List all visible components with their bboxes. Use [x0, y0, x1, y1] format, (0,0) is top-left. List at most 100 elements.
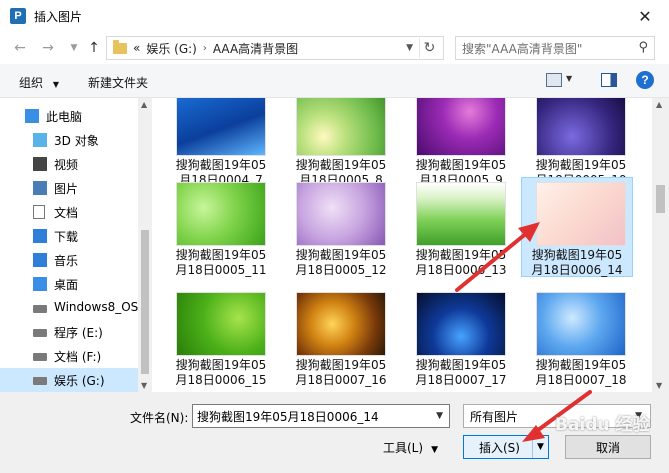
sidebar-item-label: 此电脑	[46, 110, 83, 124]
new-folder-button[interactable]: 新建文件夹	[88, 74, 148, 91]
file-name-line2: 月18日0006_14	[531, 263, 623, 277]
sidebar-item[interactable]: 文档	[0, 200, 138, 224]
navigation-pane-scrollbar[interactable]: ▲ ▼	[138, 98, 152, 392]
file-name: 搜狗截图19年05 月18日0006_15	[166, 358, 276, 388]
chevron-down-icon: ▼	[431, 445, 438, 455]
music-icon	[33, 253, 47, 267]
file-name-line1: 搜狗截图19年05	[175, 358, 267, 372]
file-name-line2: 月18日0007_17	[415, 373, 507, 387]
file-item[interactable]: 搜狗截图19年05 月18日0004_7	[166, 98, 266, 187]
sidebar-item[interactable]: 视频	[0, 152, 138, 176]
scrollbar-thumb[interactable]	[656, 185, 665, 213]
file-name-line1: 搜狗截图19年05	[531, 248, 623, 262]
file-item[interactable]: 搜狗截图19年05 月18日0006_14	[521, 177, 633, 277]
tools-button[interactable]: 工具(L) ▼	[383, 439, 438, 456]
file-name-line1: 搜狗截图19年05	[295, 248, 387, 262]
filename-label: 文件名(N):	[130, 411, 189, 425]
drive-icon	[33, 305, 47, 313]
up-arrow-icon[interactable]: ↑	[84, 38, 104, 58]
insert-options-chevron-icon[interactable]: ▼	[532, 436, 548, 458]
file-name-line1: 搜狗截图19年05	[175, 158, 267, 172]
breadcrumb-drive[interactable]: 娱乐 (G:)	[146, 40, 197, 57]
sidebar-item[interactable]: 图片	[0, 176, 138, 200]
tools-label: 工具(L)	[383, 441, 424, 455]
filename-dropdown-icon[interactable]: ▼	[436, 411, 443, 421]
computer-icon	[25, 109, 39, 123]
sidebar-item-label: 3D 对象	[54, 134, 99, 148]
file-item[interactable]: 搜狗截图19年05 月18日0006_15	[166, 288, 267, 387]
address-bar[interactable]: « 娱乐 (G:) › AAA高清背景图 ▼ ↻	[106, 36, 444, 60]
scroll-up-arrow-icon[interactable]: ▲	[656, 100, 662, 109]
sidebar-item-label: 文档 (F:)	[54, 350, 102, 364]
preview-pane-icon[interactable]	[601, 73, 617, 87]
sidebar-item[interactable]: 文档 (F:)	[0, 344, 138, 368]
address-dropdown-icon[interactable]: ▼	[406, 43, 413, 53]
scroll-down-arrow-icon[interactable]: ▼	[141, 381, 147, 390]
file-name-line2: 月18日0007_16	[295, 373, 387, 387]
file-item[interactable]: 搜狗截图19年05 月18日0005_8	[286, 98, 386, 187]
insert-button[interactable]: 插入(S) ▼	[463, 435, 549, 459]
file-item[interactable]: 搜狗截图19年05 月18日0005_11	[166, 178, 267, 277]
sidebar-item[interactable]: 桌面	[0, 272, 138, 296]
sidebar-item[interactable]: 下载	[0, 224, 138, 248]
sidebar-item[interactable]: 程序 (E:)	[0, 320, 138, 344]
recent-locations-chevron-icon[interactable]: ▼	[64, 38, 84, 58]
file-item[interactable]: 搜狗截图19年05 月18日0007_18	[526, 288, 627, 387]
close-icon[interactable]: ✕	[635, 6, 655, 26]
search-icon[interactable]: ⚲	[638, 40, 648, 55]
sidebar-item-label: 文档	[54, 206, 79, 220]
view-options-chevron-icon[interactable]: ▼	[566, 74, 572, 83]
back-arrow-icon[interactable]: ←	[10, 38, 30, 58]
video-icon	[33, 157, 47, 171]
sidebar-item[interactable]: Windows8_OS	[0, 296, 138, 320]
file-thumbnail	[296, 182, 386, 246]
drive-icon	[33, 377, 47, 385]
breadcrumb-overflow[interactable]: «	[133, 41, 140, 55]
scrollbar-thumb[interactable]	[141, 230, 149, 374]
file-item[interactable]: 搜狗截图19年05 月18日0007_16	[286, 288, 387, 387]
organize-button[interactable]: 组织 ▼	[19, 74, 59, 91]
sidebar-item-label: 图片	[54, 182, 79, 196]
breadcrumb-folder[interactable]: AAA高清背景图	[213, 40, 298, 57]
file-thumbnail	[536, 182, 626, 246]
navigation-pane: 此电脑 3D 对象视频图片文档下载音乐桌面 Windows8_OS 程序 (E:) 文档…	[0, 98, 152, 392]
search-input[interactable]: 搜索"AAA高清背景图" ⚲	[455, 36, 655, 60]
file-name-line2: 月18日0007_18	[535, 373, 627, 387]
file-thumbnail	[296, 98, 386, 156]
watermark: Baidu 经验	[555, 415, 650, 435]
sidebar-item[interactable]: 娱乐 (G:)	[0, 368, 138, 392]
file-item[interactable]: 搜狗截图19年05 月18日0006_13	[406, 178, 507, 277]
scroll-up-arrow-icon[interactable]: ▲	[141, 100, 147, 109]
chevron-down-icon: ▼	[52, 80, 59, 89]
sidebar-item[interactable]: 此电脑	[0, 104, 138, 128]
help-icon[interactable]: ?	[636, 71, 654, 89]
forward-arrow-icon[interactable]: →	[38, 38, 58, 58]
file-list-scrollbar[interactable]: ▲ ▼	[652, 98, 669, 392]
file-item[interactable]: 搜狗截图19年05 月18日0005_9	[406, 98, 506, 187]
refresh-icon[interactable]: ↻	[419, 38, 439, 58]
sidebar-item[interactable]: 音乐	[0, 248, 138, 272]
file-thumbnail	[296, 292, 386, 356]
change-view-icon[interactable]	[546, 73, 562, 87]
scroll-down-arrow-icon[interactable]: ▼	[656, 381, 662, 390]
file-name-line1: 搜狗截图19年05	[415, 358, 507, 372]
sidebar-item[interactable]: 3D 对象	[0, 128, 138, 152]
file-item[interactable]: 搜狗截图19年05 月18日0007_17	[406, 288, 507, 387]
breadcrumb-separator-icon[interactable]: ›	[203, 43, 207, 54]
sidebar-item-label: 音乐	[54, 254, 79, 268]
file-list: 搜狗截图19年05 月18日0004_7 搜狗截图19年05 月18日0005_8 搜狗…	[156, 98, 652, 392]
file-thumbnail	[176, 98, 266, 156]
file-name: 搜狗截图19年05 月18日0007_18	[526, 358, 636, 388]
cancel-button[interactable]: 取消	[565, 435, 651, 459]
file-thumbnail	[536, 292, 626, 356]
desktop-icon	[33, 277, 47, 291]
file-item[interactable]: 搜狗截图19年05 月18日0005_12	[286, 178, 387, 277]
filename-field[interactable]: 搜狗截图19年05月18日0006_14 ▼	[192, 404, 450, 428]
file-name-line1: 搜狗截图19年05	[415, 248, 507, 262]
file-name: 搜狗截图19年05 月18日0005_12	[286, 248, 396, 278]
file-thumbnail	[176, 292, 266, 356]
sidebar-item-label: Windows8_OS	[54, 300, 139, 314]
file-name-line2: 月18日0006_13	[415, 263, 507, 277]
file-item[interactable]: 搜狗截图19年05月18日0005_10	[526, 98, 627, 187]
file-name-line2: 月18日0005_12	[295, 263, 387, 277]
